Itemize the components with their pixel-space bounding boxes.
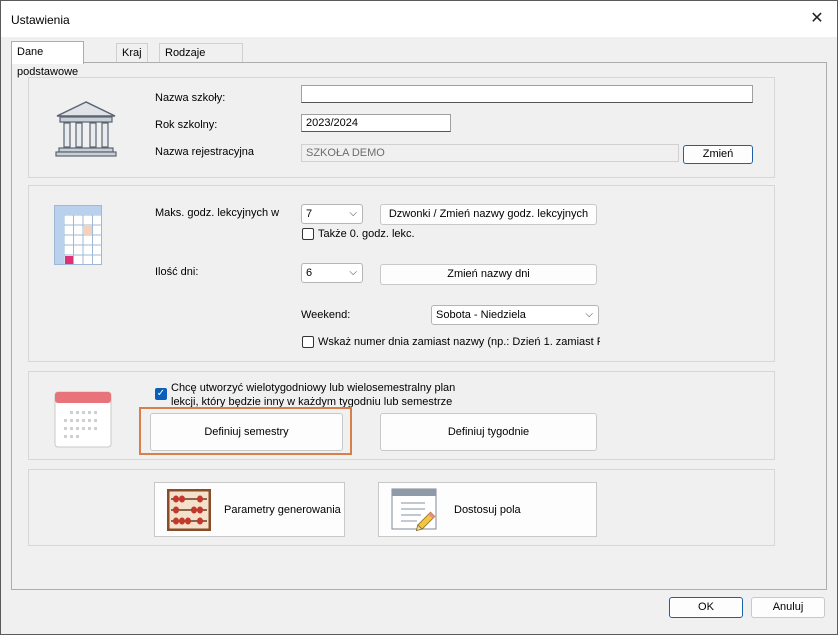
timetable-grid-icon <box>54 205 102 265</box>
cancel-button[interactable]: Anuluj <box>751 597 825 618</box>
days-count-value: 6 <box>306 267 313 279</box>
chevron-down-icon: ⌵ <box>585 309 593 320</box>
tools-group: Parametry generowania Dostosuj pola <box>28 469 775 546</box>
rename-days-button[interactable]: Zmień nazwy dni <box>380 264 597 285</box>
define-weeks-button[interactable]: Definiuj tygodnie <box>380 413 597 451</box>
school-year-label: Rok szkolny: <box>155 119 218 131</box>
days-count-select[interactable]: 6 ⌵ <box>301 263 363 283</box>
school-name-label: Nazwa szkoły: <box>155 92 226 104</box>
tab-panel-dane-podstawowe: Nazwa szkoły: Rok szkolny: 2023/2024 Naz… <box>11 62 827 590</box>
generation-params-label: Parametry generowania <box>224 504 341 516</box>
school-building-icon <box>55 101 117 157</box>
multiweek-label-line1: Chcę utworzyć wielotygodniowy lub wielos… <box>171 382 456 394</box>
tab-kraj[interactable]: Kraj <box>116 43 148 63</box>
school-name-input[interactable] <box>301 85 753 103</box>
school-group: Nazwa szkoły: Rok szkolny: 2023/2024 Naz… <box>28 77 775 178</box>
title-bar: Ustawienia ✕ <box>1 1 837 37</box>
form-edit-icon <box>391 488 437 532</box>
customize-fields-label: Dostosuj pola <box>454 504 521 516</box>
settings-window: Ustawienia ✕ Dane podstawowe Kraj Rodzaj… <box>0 0 838 635</box>
registration-name-field: SZKOŁA DEMO <box>301 144 679 162</box>
calendar-icon <box>54 391 112 448</box>
change-registration-button[interactable]: Zmień <box>683 145 753 164</box>
multiweek-checkbox[interactable]: ✓ <box>155 388 167 400</box>
weekend-select[interactable]: Sobota - Niedziela ⌵ <box>431 305 599 325</box>
max-lessons-value: 7 <box>306 208 313 220</box>
weekend-value: Sobota - Niedziela <box>436 309 526 321</box>
zero-lesson-label: Także 0. godz. lekc. <box>318 228 415 240</box>
close-icon[interactable]: ✕ <box>807 9 827 29</box>
day-number-label: Wskaż numer dnia zamiast nazwy (np.: Dzi… <box>318 336 600 348</box>
weekend-label: Weekend: <box>301 309 351 321</box>
days-count-label: Ilość dni: <box>155 266 199 278</box>
max-lessons-select[interactable]: 7 ⌵ <box>301 204 363 224</box>
ok-button[interactable]: OK <box>669 597 743 618</box>
registration-name-label: Nazwa rejestracyjna <box>155 146 255 158</box>
school-year-input[interactable]: 2023/2024 <box>301 114 451 132</box>
highlight-box <box>139 407 352 455</box>
max-lessons-label: Maks. godz. lekcyjnych w <box>155 207 280 219</box>
day-number-checkbox[interactable] <box>302 336 314 348</box>
abacus-icon <box>167 489 211 531</box>
zero-lesson-checkbox[interactable] <box>302 228 314 240</box>
tab-dane-podstawowe[interactable]: Dane podstawowe <box>11 41 85 78</box>
window-title: Ustawienia <box>11 13 70 27</box>
tab-rodzaje-planow[interactable]: Rodzaje generowanych planów <box>159 43 243 97</box>
customize-fields-button[interactable]: Dostosuj pola <box>378 482 597 537</box>
chevron-down-icon: ⌵ <box>349 267 357 278</box>
chevron-down-icon: ⌵ <box>349 208 357 219</box>
bells-button[interactable]: Dzwonki / Zmień nazwy godz. lekcyjnych <box>380 204 597 225</box>
generation-params-button[interactable]: Parametry generowania <box>154 482 345 537</box>
lessons-group: Maks. godz. lekcyjnych w 7 ⌵ Dzwonki / Z… <box>28 185 775 362</box>
